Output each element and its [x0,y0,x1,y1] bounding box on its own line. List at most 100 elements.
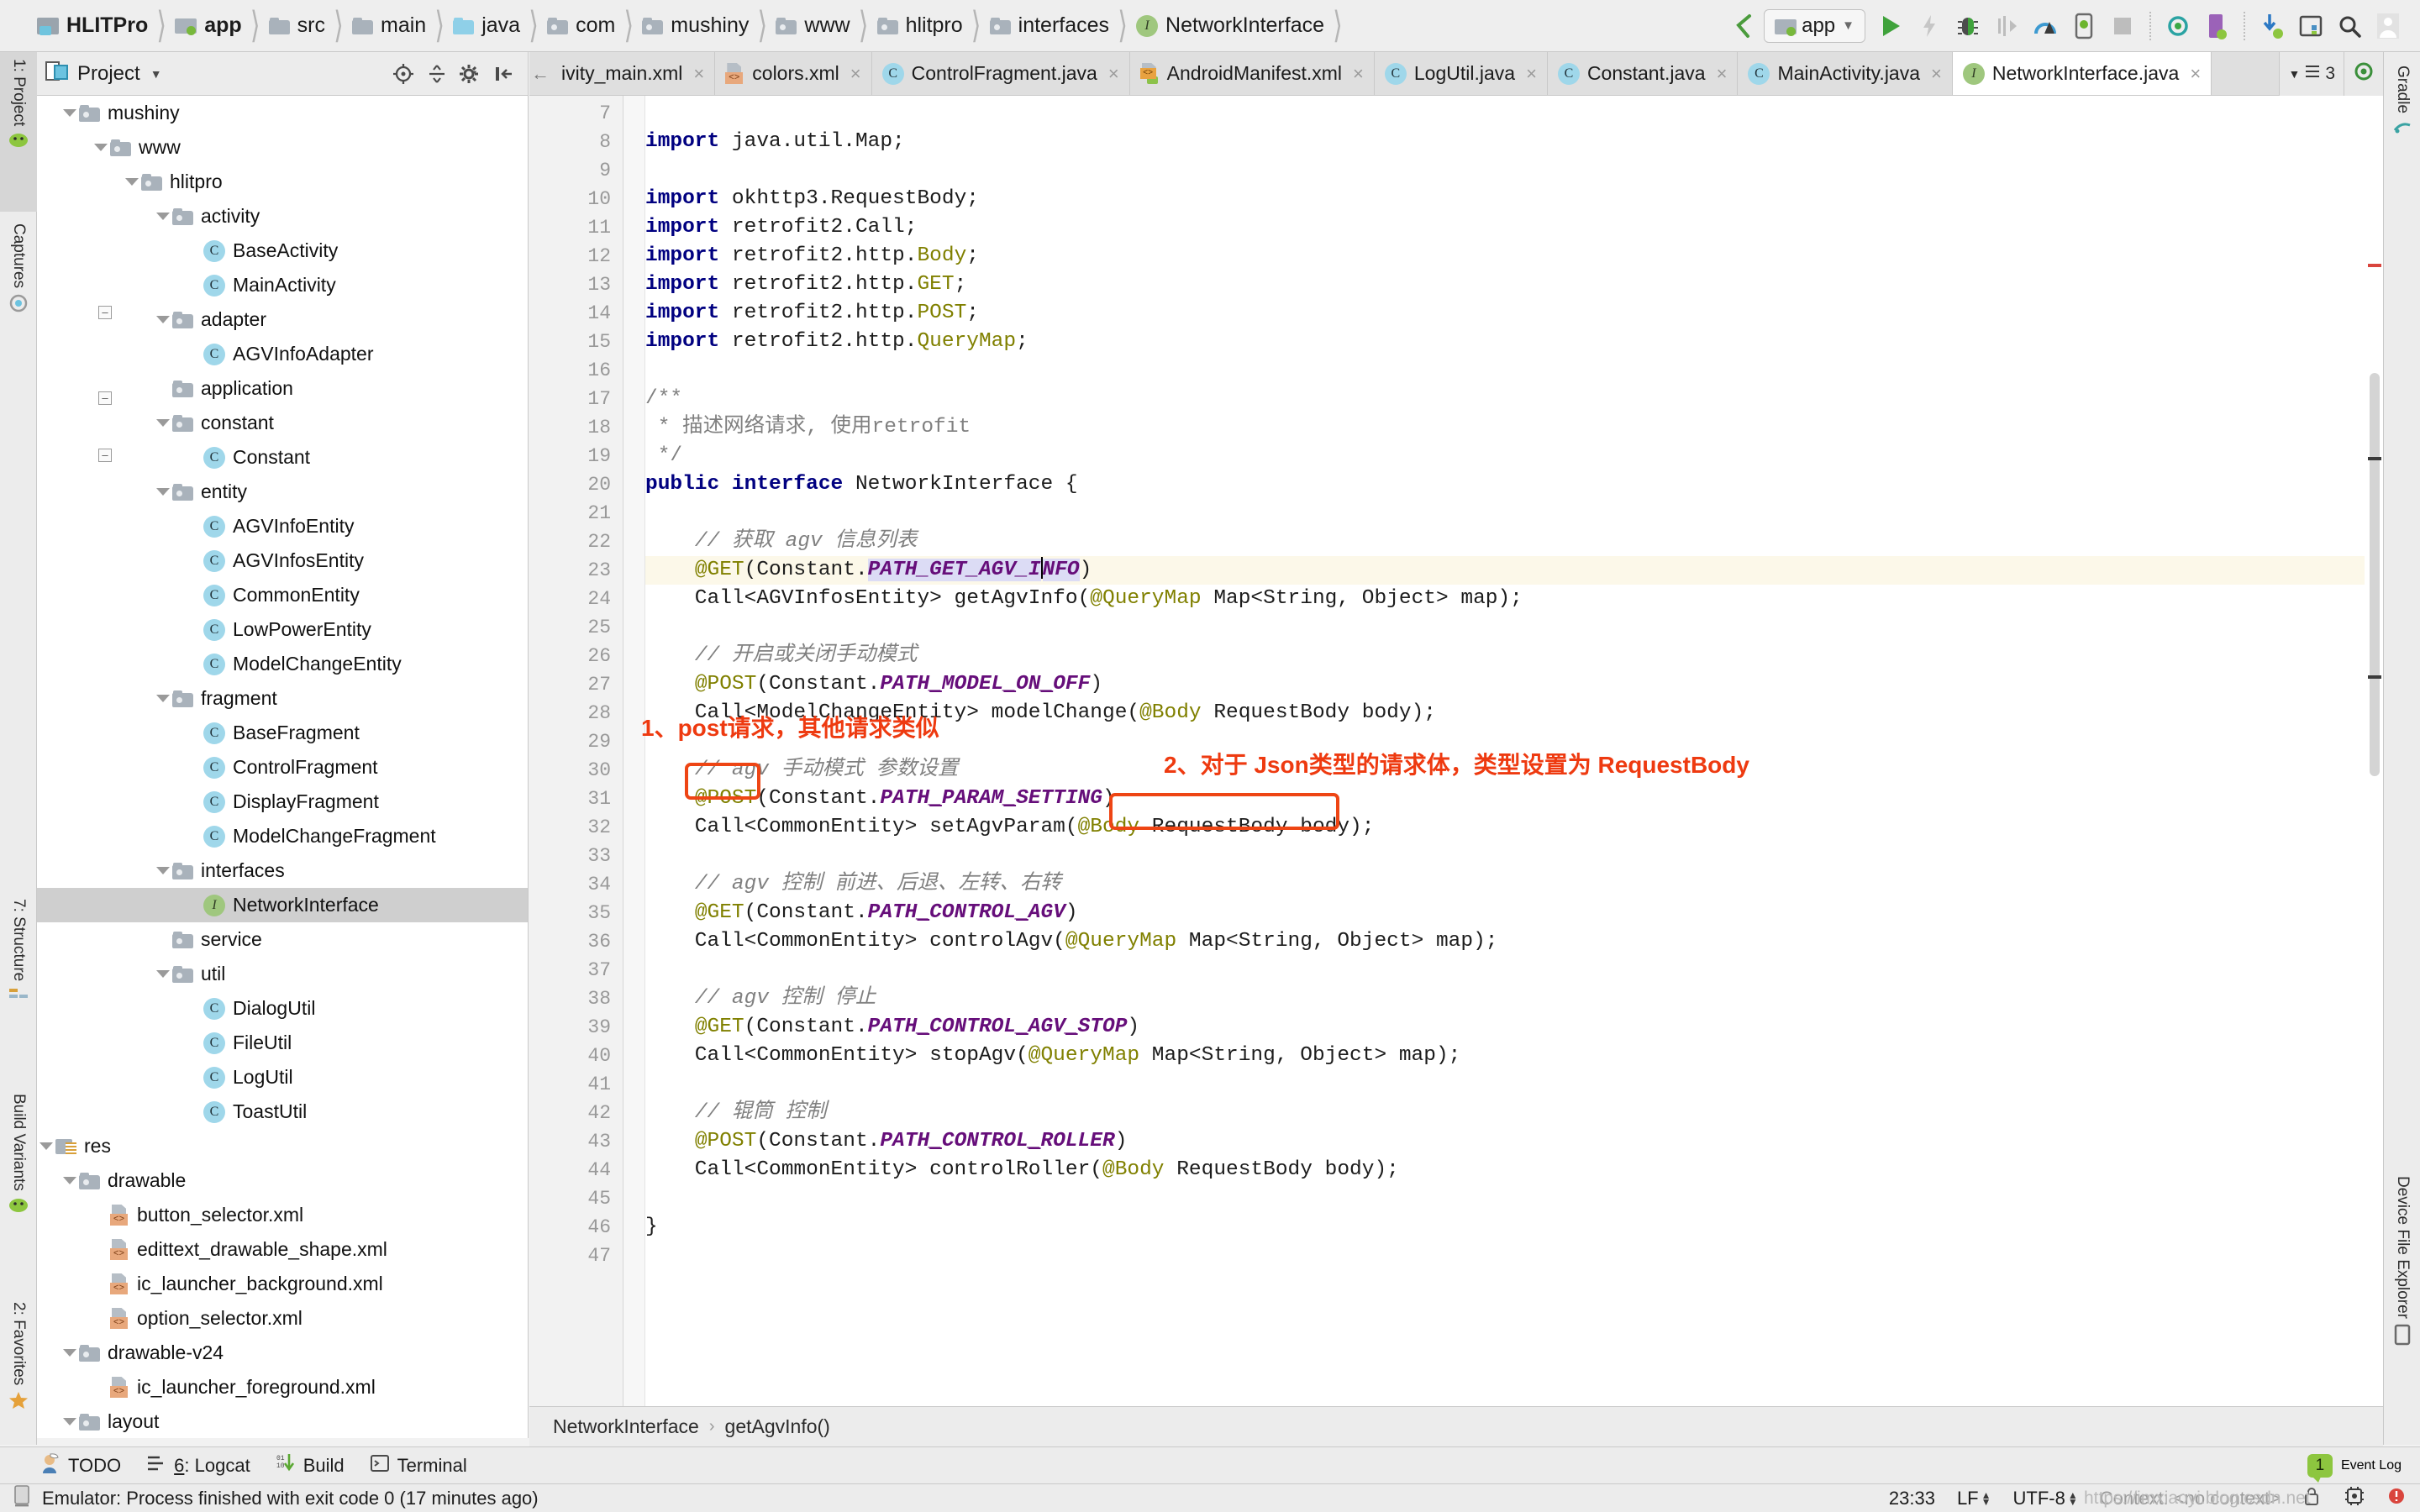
close-icon[interactable]: × [1717,63,1728,85]
code-line[interactable]: public interface NetworkInterface { [645,470,1078,499]
tree-row[interactable]: ic_launcher_background.xml [37,1267,528,1301]
sync-gradle-icon[interactable] [2160,7,2196,45]
search-icon[interactable] [2331,7,2368,45]
chevron-down-icon[interactable] [154,213,172,220]
editor-tab[interactable]: CControlFragment.java× [872,52,1130,95]
tree-row[interactable]: util [37,957,528,991]
chevron-down-icon[interactable] [60,1349,79,1357]
breadcrumb-item-java[interactable]: java [453,13,520,38]
close-icon[interactable]: × [2190,63,2201,85]
code-line[interactable]: } [645,1213,658,1242]
tree-row[interactable]: res [37,1129,528,1163]
editor-tab[interactable]: AndroidManifest.xml× [1130,52,1375,95]
lock-icon[interactable] [2302,1485,2323,1512]
chevron-down-icon[interactable] [154,867,172,874]
code-line[interactable]: import retrofit2.http.POST; [645,299,979,328]
code-line[interactable]: import retrofit2.http.Body; [645,242,979,270]
tree-row[interactable]: drawable [37,1163,528,1198]
editor-tab[interactable]: CConstant.java× [1548,52,1739,95]
tree-row[interactable]: CLowPowerEntity [37,612,528,647]
profiler-icon[interactable] [2027,7,2064,45]
chevron-left-icon[interactable]: ← [529,52,551,95]
tree-row[interactable]: hlitpro [37,165,528,199]
tree-row[interactable]: service [37,922,528,957]
breadcrumb-item-www[interactable]: www [776,13,850,38]
chevron-down-icon[interactable] [154,970,172,978]
code-line[interactable]: @GET(Constant.PATH_GET_AGV_INFO) [645,556,1092,585]
close-icon[interactable]: × [693,63,704,85]
close-icon[interactable]: × [1526,63,1537,85]
tree-row[interactable]: constant [37,406,528,440]
tree-row[interactable]: CAGVInfoAdapter [37,337,528,371]
code-line[interactable]: Call<CommonEntity> stopAgv(@QueryMap Map… [645,1042,1460,1070]
close-icon[interactable]: × [850,63,861,85]
breadcrumb-item-interfaces[interactable]: interfaces [990,13,1109,38]
breadcrumb-method[interactable]: getAgvInfo() [725,1415,830,1438]
tree-row[interactable]: interfaces [37,853,528,888]
code-line[interactable]: // 辊筒 控制 [645,1099,827,1127]
code-line[interactable]: import retrofit2.http.QueryMap; [645,328,1028,356]
code-line[interactable]: @GET(Constant.PATH_CONTROL_AGV_STOP) [645,1013,1139,1042]
sidebar-item-gradle[interactable]: Gradle [2384,59,2420,185]
fold-marker-collapse[interactable]: – [98,391,112,405]
stop-icon[interactable] [2104,7,2141,45]
editor-tab[interactable]: colors.xml× [715,52,871,95]
code-line[interactable]: Call<AGVInfosEntity> getAgvInfo(@QueryMa… [645,585,1523,613]
code-line[interactable]: Call<CommonEntity> controlAgv(@QueryMap … [645,927,1497,956]
tree-row[interactable]: CDialogUtil [37,991,528,1026]
tree-row[interactable]: entity [37,475,528,509]
editor-fold-column[interactable] [623,96,645,1406]
tree-row[interactable]: CAGVInfosEntity [37,543,528,578]
scrollbar-marker[interactable] [2368,264,2381,267]
project-structure-icon[interactable] [2292,7,2329,45]
collapse-all-icon[interactable] [422,59,452,89]
tool-window-build[interactable]: 01 10 Build [276,1452,345,1479]
sidebar-item-structure[interactable]: 7: Structure [0,892,37,1081]
sidebar-item-favorites[interactable]: 2: Favorites [0,1295,37,1455]
tree-row[interactable]: option_selector.xml [37,1301,528,1336]
device-inspect-icon[interactable] [2065,7,2102,45]
tree-row[interactable]: CToastUtil [37,1095,528,1129]
code-line[interactable]: Call<CommonEntity> controlRoller(@Body R… [645,1156,1399,1184]
code-line[interactable]: * 描述网络请求, 使用retrofit [645,413,971,442]
inspection-icon[interactable] [2386,1485,2407,1512]
close-icon[interactable]: × [1108,63,1119,85]
code-line[interactable]: import okhttp3.RequestBody; [645,185,979,213]
breadcrumb-item-com[interactable]: com [547,13,615,38]
tree-row[interactable]: CMainActivity [37,268,528,302]
chevron-down-icon[interactable]: ▼ [150,67,162,81]
chevron-down-icon[interactable] [60,1177,79,1184]
editor-tab[interactable]: ivity_main.xml× [551,52,715,95]
tree-row[interactable]: mushiny [37,96,528,130]
editor-vertical-scrollbar[interactable] [2365,96,2383,1406]
project-tree[interactable]: mushinywwwhlitproactivityCBaseActivityCM… [37,96,528,1438]
breadcrumb-class[interactable]: NetworkInterface [553,1415,699,1438]
tree-row[interactable]: CControlFragment [37,750,528,785]
chevron-down-icon[interactable] [154,488,172,496]
tool-window-terminal[interactable]: Terminal [370,1453,467,1478]
chevron-down-icon[interactable] [154,316,172,323]
breadcrumb-item-main[interactable]: main [352,13,426,38]
run-config-selector[interactable]: app ▼ [1764,9,1865,43]
chevron-down-icon[interactable] [60,1418,79,1425]
tree-row[interactable]: CCommonEntity [37,578,528,612]
debug-icon[interactable] [1949,7,1986,45]
scrollbar-marker[interactable] [2368,675,2381,679]
tree-row[interactable]: edittext_drawable_shape.xml [37,1232,528,1267]
code-line[interactable]: // agv 控制 停止 [645,984,876,1013]
chevron-down-icon[interactable] [60,109,79,117]
avd-manager-icon[interactable] [2198,7,2235,45]
locate-icon[interactable] [388,59,418,89]
chevron-down-icon[interactable] [37,1142,55,1150]
gear-icon[interactable] [455,59,486,89]
breadcrumb-item-app[interactable]: app [175,13,241,38]
sidebar-item-captures[interactable]: Captures [0,217,37,393]
tree-row[interactable]: CFileUtil [37,1026,528,1060]
sidebar-item-project[interactable]: 1: Project [0,52,37,212]
run-to-cursor-icon[interactable] [1988,7,2025,45]
code-line[interactable]: /** [645,385,682,413]
code-line[interactable]: @POST(Constant.PATH_CONTROL_ROLLER) [645,1127,1127,1156]
code-line[interactable]: // agv 控制 前进、后退、左转、右转 [645,870,1061,899]
sidebar-item-device-file-explorer[interactable]: Device File Explorer [2384,1169,2420,1446]
tree-row[interactable]: CBaseFragment [37,716,528,750]
